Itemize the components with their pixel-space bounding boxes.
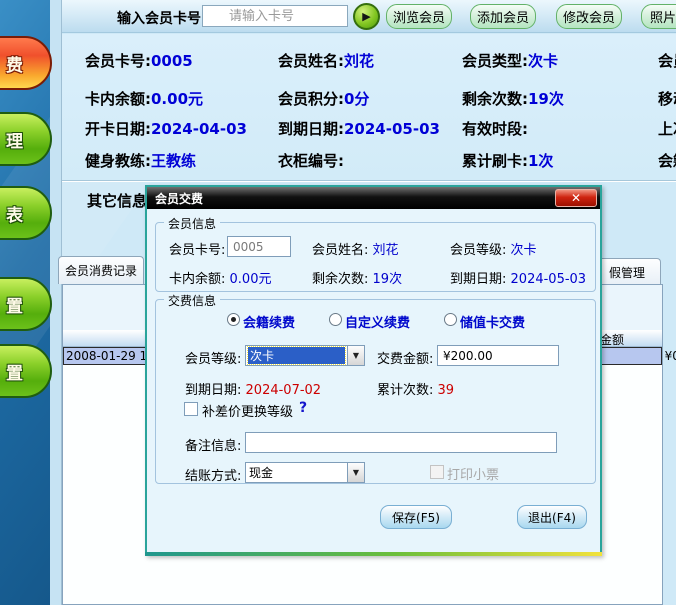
- radio-membership-renewal[interactable]: [227, 313, 240, 326]
- button-label: 浏览会员: [393, 7, 445, 26]
- sidebar-item-pay[interactable]: 费: [0, 36, 52, 90]
- dlg-card-input[interactable]: [227, 236, 291, 257]
- exit-button[interactable]: 退出(F4): [517, 505, 587, 529]
- button-label: 保存(F5): [392, 509, 440, 526]
- save-button[interactable]: 保存(F5): [380, 505, 452, 529]
- member-name-field: 会员姓名:刘花: [278, 50, 374, 71]
- card-number-label: 输入会员卡号:: [117, 8, 207, 28]
- radio-custom-renewal[interactable]: [329, 313, 342, 326]
- button-label: 添加会员: [477, 7, 529, 26]
- card-number-input[interactable]: [202, 5, 348, 27]
- tab-label: 会员消费记录: [65, 262, 137, 279]
- clipped-field: 移动: [658, 88, 676, 109]
- amount-column-header: 金额: [600, 331, 624, 348]
- dialog-title: 会员交费: [155, 190, 203, 207]
- sidebar-item-label: 理: [6, 127, 23, 152]
- expire-date-field: 到期日期:2024-05-03: [278, 118, 440, 139]
- print-receipt-checkbox: [430, 465, 444, 479]
- dlg-total-times-field: 累计次数: 39: [377, 379, 454, 398]
- dlg-payment-label: 结账方式:: [185, 465, 241, 484]
- radio-stored-value[interactable]: [444, 313, 457, 326]
- dialog-titlebar[interactable]: 会员交费: [147, 187, 600, 209]
- upgrade-checkbox-label[interactable]: 补差价更换等级: [202, 401, 293, 420]
- payment-method-select[interactable]: 现金 ▼: [245, 462, 365, 483]
- dlg-name-field: 会员姓名: 刘花: [312, 239, 399, 258]
- chevron-down-icon[interactable]: ▼: [347, 463, 364, 482]
- remaining-field: 剩余次数:19次: [462, 88, 564, 109]
- button-label: 修改会员: [563, 7, 615, 26]
- radio-label[interactable]: 自定义续费: [345, 312, 410, 331]
- dlg-grade2-label: 会员等级:: [185, 348, 241, 367]
- sidebar-item-label: 置: [6, 292, 23, 317]
- app-window: 费 理 表 置 置 输入会员卡号: ▶ 浏览会员 添加会员 修改会员 照片操作 …: [0, 0, 676, 605]
- dialog-accent-bar: [145, 552, 602, 556]
- play-icon: ▶: [362, 10, 370, 23]
- radio-label[interactable]: 会籍续费: [243, 312, 295, 331]
- tab-label: 假管理: [609, 264, 645, 281]
- coach-field: 健身教练:王教练: [85, 150, 196, 171]
- tab-leave-management[interactable]: 假管理: [593, 258, 661, 286]
- row-datetime: 2008-01-29 11: [66, 349, 155, 363]
- dlg-remark-label: 备注信息:: [185, 435, 241, 454]
- sidebar-item-report[interactable]: 表: [0, 186, 52, 240]
- payment-select-value: 现金: [246, 464, 347, 481]
- locker-field: 衣柜编号:: [278, 150, 344, 171]
- go-button[interactable]: ▶: [353, 3, 380, 30]
- dlg-grade-field: 会员等级: 次卡: [450, 239, 537, 258]
- payment-dialog: 会员交费 ✕ 会员信息 会员卡号: 会员姓名: 刘花 会员等级: 次卡 卡内余额…: [145, 185, 602, 556]
- divider: [62, 180, 676, 182]
- valid-period-field: 有效时段:: [462, 118, 528, 139]
- radio-label[interactable]: 储值卡交费: [460, 312, 525, 331]
- tab-consumption-records[interactable]: 会员消费记录: [58, 256, 144, 284]
- sidebar-item-label: 置: [6, 359, 23, 384]
- photo-button[interactable]: 照片操作: [641, 4, 676, 29]
- close-icon: ✕: [571, 191, 581, 205]
- clipped-field: 会籍: [658, 150, 676, 171]
- points-field: 会员积分:0分: [278, 88, 369, 109]
- grade-select-value: 次卡: [248, 347, 345, 364]
- open-date-field: 开卡日期:2024-04-03: [85, 118, 247, 139]
- dlg-times-field: 剩余次数: 19次: [312, 268, 402, 287]
- button-label: 照片操作: [650, 7, 676, 26]
- row-amount: ¥0.00: [598, 349, 676, 363]
- clipped-field: 会员: [658, 50, 676, 71]
- upgrade-checkbox[interactable]: [184, 402, 198, 416]
- dlg-card-label: 会员卡号:: [169, 239, 225, 258]
- print-receipt-label: 打印小票: [447, 464, 499, 483]
- close-button[interactable]: ✕: [555, 189, 597, 207]
- dlg-new-expire-field: 到期日期: 2024-07-02: [185, 379, 321, 398]
- sidebar-item-label: 表: [6, 201, 23, 226]
- sidebar-item-setting2[interactable]: 置: [0, 344, 52, 398]
- topbar: 输入会员卡号: ▶ 浏览会员 添加会员 修改会员 照片操作: [62, 0, 676, 33]
- remark-input[interactable]: [245, 432, 557, 453]
- dlg-balance-field: 卡内余额: 0.00元: [169, 268, 271, 287]
- grade-select[interactable]: 次卡 ▼: [245, 345, 365, 366]
- sidebar-item-manage[interactable]: 理: [0, 112, 52, 166]
- add-member-button[interactable]: 添加会员: [470, 4, 536, 29]
- clipped-field: 上次: [658, 118, 676, 139]
- question-icon[interactable]: ?: [299, 400, 307, 416]
- member-type-field: 会员类型:次卡: [462, 50, 558, 71]
- amount-input[interactable]: [437, 345, 559, 366]
- dlg-amount-label: 交费金额:: [377, 348, 433, 367]
- other-info-label: 其它信息: [87, 190, 147, 211]
- group-legend: 交费信息: [164, 292, 220, 309]
- dlg-expire-field: 到期日期: 2024-05-03: [450, 268, 586, 287]
- sidebar-item-setting1[interactable]: 置: [0, 277, 52, 331]
- balance-field: 卡内余额:0.00元: [85, 88, 203, 109]
- sidebar-item-label: 费: [6, 51, 23, 76]
- swipe-count-field: 累计刷卡:1次: [462, 150, 553, 171]
- browse-member-button[interactable]: 浏览会员: [386, 4, 452, 29]
- chevron-down-icon[interactable]: ▼: [347, 346, 364, 365]
- edit-member-button[interactable]: 修改会员: [556, 4, 622, 29]
- group-legend: 会员信息: [164, 215, 220, 232]
- button-label: 退出(F4): [528, 509, 576, 526]
- member-card-field: 会员卡号:0005: [85, 50, 193, 71]
